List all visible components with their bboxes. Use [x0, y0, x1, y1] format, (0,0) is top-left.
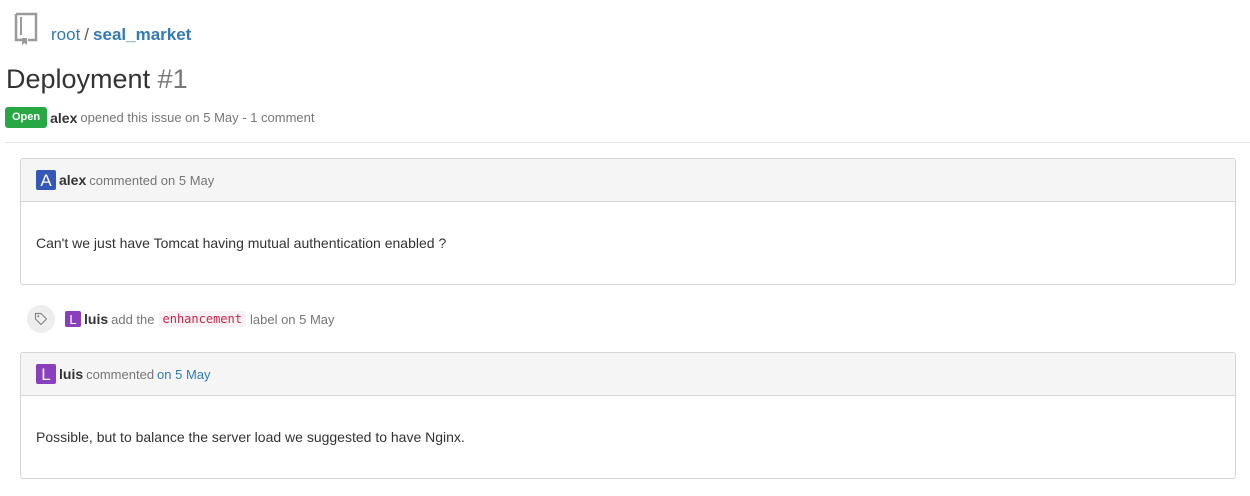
issue-author-link[interactable]: alex [50, 110, 77, 126]
breadcrumb-owner-link[interactable]: root [51, 25, 80, 44]
comment-author-link[interactable]: luis [59, 366, 83, 382]
enhancement-label[interactable]: enhancement [158, 311, 246, 327]
avatar[interactable]: L [65, 311, 81, 327]
breadcrumb-repo-link[interactable]: seal_market [93, 25, 191, 44]
comment-header: A alex commented on 5 May [21, 159, 1235, 202]
avatar[interactable]: A [36, 170, 56, 190]
tag-icon [27, 305, 55, 333]
event-suffix-text: label on 5 May [249, 311, 335, 327]
avatar[interactable]: L [36, 364, 56, 384]
breadcrumb-separator: / [84, 25, 90, 44]
issue-meta: Open alex opened this issue on 5 May - 1… [5, 107, 315, 128]
comment-permalink[interactable]: on 5 May [157, 367, 210, 382]
issue-opened-text: opened this issue on 5 May - 1 comment [80, 110, 315, 125]
event-author-link[interactable]: luis [84, 311, 108, 327]
label-event: L luis add the enhancement label on 5 Ma… [27, 305, 335, 333]
comment-timestamp: commented [86, 366, 155, 382]
status-badge: Open [5, 107, 48, 128]
comment-body: Possible, but to balance the server load… [36, 429, 465, 445]
issue-number: #1 [157, 64, 188, 94]
repo-book-icon [14, 12, 38, 45]
issue-title-text: Deployment [6, 64, 151, 94]
event-action-text: add the [111, 311, 155, 327]
comment-body: Can't we just have Tomcat having mutual … [36, 235, 447, 251]
comment-author-link[interactable]: alex [59, 172, 86, 188]
comment-timestamp: commented on 5 May [89, 172, 215, 188]
comment-card: A alex commented on 5 May Can't we just … [20, 158, 1236, 285]
comment-card: L luis commented on 5 May Possible, but … [20, 352, 1236, 479]
header-divider [5, 142, 1250, 143]
breadcrumb: root / seal_market [51, 25, 191, 45]
comment-header: L luis commented on 5 May [21, 353, 1235, 396]
issue-title: Deployment #1 [6, 64, 188, 95]
